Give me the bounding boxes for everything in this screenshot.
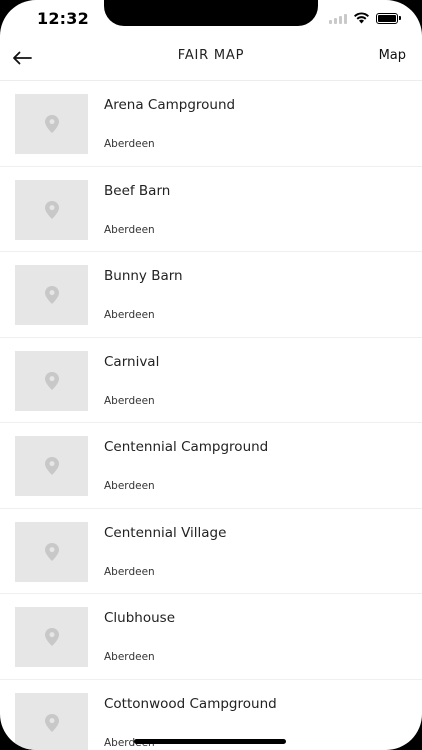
cellular-signal-icon [329, 13, 347, 24]
location-pin-icon [44, 371, 59, 390]
wifi-icon [354, 12, 369, 24]
image-placeholder [15, 521, 88, 582]
location-name: Arena Campground [104, 97, 236, 113]
image-placeholder [15, 436, 88, 496]
list-item[interactable]: Clubhouse Aberdeen [0, 594, 422, 680]
location-pin-icon [44, 200, 59, 219]
status-time: 12:32 [37, 9, 89, 28]
location-name: Centennial Village [104, 524, 227, 541]
nav-bar: FAIR MAP Map [0, 38, 422, 81]
location-pin-icon [44, 115, 59, 133]
map-button[interactable]: Map [379, 48, 406, 63]
location-city: Aberdeen [104, 651, 155, 663]
location-city: Aberdeen [104, 480, 155, 492]
image-placeholder [15, 692, 88, 750]
list-item[interactable]: Bunny Barn Aberdeen [0, 252, 422, 338]
location-name: Beef Barn [104, 182, 171, 199]
device-notch [104, 0, 318, 26]
location-city: Aberdeen [104, 223, 155, 236]
location-city: Aberdeen [104, 394, 155, 407]
image-placeholder [15, 94, 88, 154]
location-pin-icon [44, 542, 59, 561]
location-pin-icon [44, 286, 59, 304]
list-item[interactable]: Beef Barn Aberdeen [0, 167, 422, 252]
list-item[interactable]: Centennial Village Aberdeen [0, 509, 422, 594]
image-placeholder [15, 607, 88, 667]
location-pin-icon [44, 457, 59, 475]
location-name: Clubhouse [104, 610, 176, 626]
screen: 12:32 FAIR MAP Map Arena Campground Aber… [0, 0, 422, 750]
status-icons [329, 12, 401, 24]
location-name: Bunny Barn [104, 268, 183, 284]
page-title: FAIR MAP [177, 48, 245, 63]
image-placeholder [15, 350, 88, 411]
status-bar: 12:32 [0, 0, 422, 38]
location-pin-icon [44, 713, 59, 732]
location-city: Aberdeen [104, 565, 155, 578]
location-list: Arena Campground Aberdeen Beef Barn Aber… [0, 81, 422, 750]
battery-icon [376, 12, 401, 24]
list-item[interactable]: Arena Campground Aberdeen [0, 81, 422, 167]
image-placeholder [15, 179, 88, 240]
location-pin-icon [44, 628, 59, 646]
location-city: Aberdeen [104, 309, 155, 321]
location-name: Carnival [104, 353, 160, 370]
image-placeholder [15, 265, 88, 325]
list-item[interactable]: Carnival Aberdeen [0, 338, 422, 423]
location-city: Aberdeen [104, 138, 155, 150]
list-item[interactable]: Centennial Campground Aberdeen [0, 423, 422, 509]
location-name: Centennial Campground [104, 439, 269, 455]
location-name: Cottonwood Campground [104, 695, 277, 712]
home-indicator [134, 739, 286, 744]
